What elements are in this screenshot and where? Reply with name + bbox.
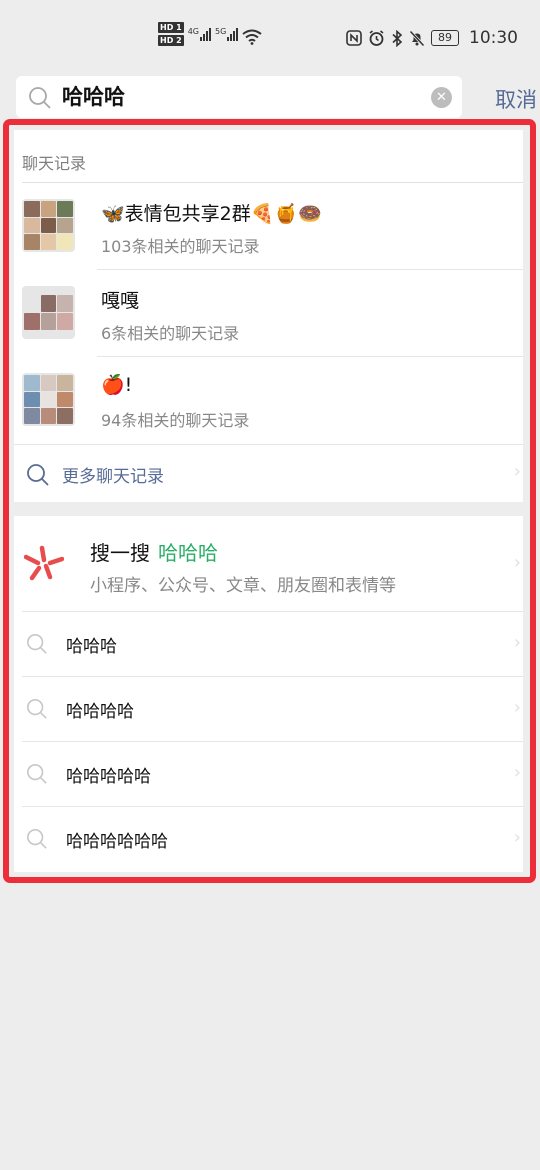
chat-match-count: 103条相关的聊天记录 bbox=[101, 237, 260, 256]
chevron-right-icon: › bbox=[513, 461, 521, 482]
search-icon bbox=[27, 829, 47, 849]
more-chat-records-link[interactable]: 更多聊天记录 › bbox=[14, 444, 523, 502]
group-avatar bbox=[22, 286, 75, 339]
sim1-signal-icon: 4G bbox=[188, 23, 211, 45]
sim-indicators: HD 1 HD 2 4G 5G bbox=[158, 22, 262, 46]
chat-record-item[interactable]: 嘎嘎 6条相关的聊天记录 bbox=[14, 270, 523, 357]
suggestion-text: 哈哈哈 bbox=[66, 637, 117, 657]
suggestion-text: 哈哈哈哈 bbox=[66, 702, 134, 722]
search-bar: 哈哈哈 ✕ 取消 bbox=[16, 76, 540, 118]
souyisou-keyword: 哈哈哈 bbox=[158, 541, 218, 565]
chevron-right-icon: › bbox=[513, 827, 521, 848]
sim2-hd-badge: HD 2 bbox=[158, 35, 184, 46]
chat-record-item[interactable]: 🦋表情包共享2群🍕🍯🍩 103条相关的聊天记录 bbox=[14, 183, 523, 270]
souyisou-label: 搜一搜 bbox=[90, 541, 150, 565]
section-title: 聊天记录 bbox=[22, 154, 87, 173]
chat-record-item[interactable]: 🍎! 94条相关的聊天记录 bbox=[14, 357, 523, 444]
chat-name: 嘎嘎 bbox=[101, 290, 140, 312]
search-icon bbox=[27, 764, 47, 784]
hd-badges: HD 1 HD 2 bbox=[158, 22, 184, 46]
search-icon bbox=[29, 87, 51, 109]
cancel-button[interactable]: 取消 bbox=[495, 84, 537, 114]
search-query-text[interactable]: 哈哈哈 bbox=[62, 76, 125, 118]
chevron-right-icon: › bbox=[513, 552, 521, 573]
suggestion-item[interactable]: 哈哈哈哈哈 › bbox=[14, 742, 523, 807]
chat-records-section: 聊天记录 🦋表情包共享2群🍕🍯🍩 103条相关的聊天记录 嘎嘎 6条相关的聊天记… bbox=[14, 130, 523, 502]
chevron-right-icon: › bbox=[513, 697, 521, 718]
souyisou-icon bbox=[24, 545, 64, 581]
group-avatar bbox=[22, 199, 75, 252]
chat-name: 🦋表情包共享2群🍕🍯🍩 bbox=[101, 203, 322, 225]
sim2-signal-icon: 5G bbox=[215, 23, 239, 45]
search-input[interactable]: 哈哈哈 ✕ bbox=[16, 76, 462, 118]
suggestion-item[interactable]: 哈哈哈哈哈哈 › bbox=[14, 807, 523, 872]
status-icons: 89 10:30 bbox=[346, 28, 518, 48]
alarm-icon bbox=[369, 29, 384, 46]
chat-match-count: 6条相关的聊天记录 bbox=[101, 324, 240, 343]
suggestion-item[interactable]: 哈哈哈哈 › bbox=[14, 677, 523, 742]
search-icon bbox=[27, 634, 47, 654]
bluetooth-icon bbox=[392, 29, 403, 47]
group-avatar bbox=[22, 373, 75, 426]
clear-search-icon[interactable]: ✕ bbox=[431, 87, 452, 108]
status-bar: HD 1 HD 2 4G 5G 89 10:30 bbox=[0, 0, 540, 76]
mute-icon bbox=[409, 29, 425, 47]
search-icon bbox=[27, 464, 49, 486]
chat-match-count: 94条相关的聊天记录 bbox=[101, 411, 250, 430]
nfc-icon bbox=[346, 30, 362, 46]
more-chat-records-label: 更多聊天记录 bbox=[62, 467, 164, 487]
wifi-icon bbox=[242, 29, 262, 45]
souyisou-entry[interactable]: 搜一搜 哈哈哈 小程序、公众号、文章、朋友圈和表情等 › bbox=[14, 516, 523, 612]
battery-icon: 89 bbox=[431, 30, 459, 46]
chat-name: 🍎! bbox=[101, 374, 133, 396]
souyisou-title: 搜一搜 哈哈哈 bbox=[90, 537, 218, 566]
search-icon bbox=[27, 699, 47, 719]
sim1-hd-badge: HD 1 bbox=[158, 22, 184, 33]
souyisou-subtitle: 小程序、公众号、文章、朋友圈和表情等 bbox=[90, 576, 396, 596]
clock: 10:30 bbox=[469, 28, 518, 48]
suggestion-text: 哈哈哈哈哈哈 bbox=[66, 832, 168, 852]
suggestion-text: 哈哈哈哈哈 bbox=[66, 767, 151, 787]
chevron-right-icon: › bbox=[513, 632, 521, 653]
chevron-right-icon: › bbox=[513, 762, 521, 783]
souyisou-section: 搜一搜 哈哈哈 小程序、公众号、文章、朋友圈和表情等 › 哈哈哈 › 哈哈哈哈 ›… bbox=[14, 516, 523, 872]
suggestion-item[interactable]: 哈哈哈 › bbox=[14, 612, 523, 677]
